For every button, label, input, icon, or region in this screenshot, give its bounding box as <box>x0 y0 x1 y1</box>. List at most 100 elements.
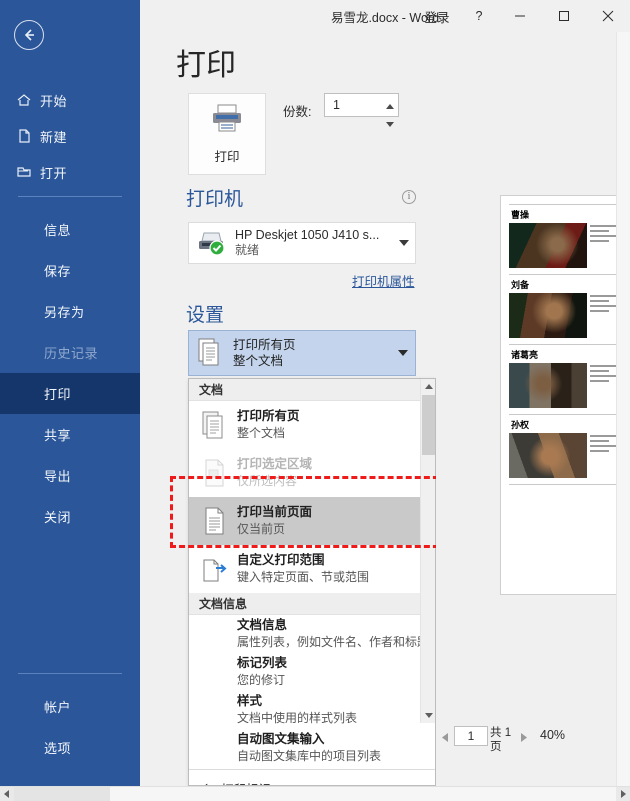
minimize-button[interactable] <box>498 0 542 32</box>
sidebar-item-label: 信息 <box>44 223 72 238</box>
sidebar-item-label: 帐户 <box>44 700 72 715</box>
maximize-button[interactable] <box>542 0 586 32</box>
sidebar-item-options[interactable]: 选项 <box>0 727 140 768</box>
sidebar-item-info[interactable]: 信息 <box>0 209 140 250</box>
copies-increment-icon[interactable] <box>386 96 394 114</box>
dropdown-item-custom-range[interactable]: 自定义打印范围 键入特定页面、节或范围 <box>189 545 435 593</box>
dropdown-item-title: 打印选定区域 <box>237 457 313 472</box>
copies-decrement-icon[interactable] <box>386 114 394 132</box>
preview-vertical-scrollbar[interactable] <box>616 32 630 786</box>
preview-statusbar: 1 共 1 页 40% <box>436 720 630 764</box>
dropdown-item-print-markup[interactable]: ✓ 打印标记 <box>189 772 435 785</box>
preview-section: 孙权 <box>509 414 621 484</box>
dropdown-item-autotext-entries[interactable]: 自动图文集输入 自动图文集库中的项目列表 <box>189 729 435 767</box>
printer-ready-icon <box>189 230 235 256</box>
copies-input[interactable]: 1 <box>325 98 382 112</box>
divider <box>509 204 621 205</box>
dropdown-item-markup-list[interactable]: 标记列表 您的修订 <box>189 653 435 691</box>
sidebar-item-share[interactable]: 共享 <box>0 414 140 455</box>
page-number-input[interactable]: 1 <box>454 726 488 746</box>
sidebar-divider-bottom <box>18 673 122 674</box>
title-bar: 易雪龙.docx - Word 登录 ? <box>140 0 630 32</box>
help-button[interactable]: ? <box>460 0 498 32</box>
sidebar-item-label: 共享 <box>44 428 72 443</box>
sidebar-main-group: 信息 保存 另存为 历史记录 打印 共享 导出 关闭 <box>0 209 140 537</box>
preview-section-title: 孙权 <box>511 420 530 430</box>
previous-page-icon[interactable] <box>436 726 454 748</box>
dropdown-item-subtitle: 仅所选内容 <box>237 474 298 489</box>
dropdown-item-title: 打印所有页 <box>237 409 300 424</box>
scroll-track[interactable] <box>14 786 616 801</box>
dropdown-item-document-info[interactable]: 文档信息 属性列表，例如文件名、作者和标题 <box>189 615 435 653</box>
all-pages-icon <box>189 338 233 368</box>
sidebar-item-label: 导出 <box>44 469 72 484</box>
page-title: 打印 <box>176 49 236 82</box>
dropdown-scrollbar[interactable] <box>420 379 435 723</box>
next-page-icon[interactable] <box>514 726 532 748</box>
scroll-up-icon[interactable] <box>421 379 435 394</box>
sidebar-item-home[interactable]: 开始 <box>0 82 140 118</box>
preview-section-end <box>509 484 621 485</box>
dropdown-item-print-all-pages[interactable]: 打印所有页 整个文档 <box>189 401 435 449</box>
printer-properties-link[interactable]: 打印机属性 <box>352 271 415 290</box>
preview-section-title: 刘备 <box>511 280 530 290</box>
print-button-label: 打印 <box>214 150 240 164</box>
all-pages-icon <box>193 410 237 440</box>
printer-icon <box>210 103 244 138</box>
printer-section-heading: 打印机 <box>186 189 244 210</box>
print-preview-pane: 曹操 刘备 诸葛亮 孙权 <box>436 32 630 786</box>
printer-name: HP Deskjet 1050 J410 s... <box>235 227 380 242</box>
dropdown-item-title: 标记列表 <box>237 656 288 671</box>
dropdown-scroll-thumb[interactable] <box>422 395 435 455</box>
sidebar-item-export[interactable]: 导出 <box>0 455 140 496</box>
scroll-thumb[interactable] <box>14 786 110 801</box>
sidebar-item-label: 另存为 <box>44 305 85 320</box>
print-button[interactable]: 打印 <box>188 93 266 175</box>
sidebar-item-open[interactable]: 打开 <box>0 154 140 190</box>
dropdown-group-header: 文档 <box>189 379 435 401</box>
scroll-right-icon[interactable] <box>616 786 630 801</box>
sidebar-item-print[interactable]: 打印 <box>0 373 140 414</box>
print-range-combobox[interactable]: 打印所有页 整个文档 <box>188 330 416 376</box>
sidebar-item-new[interactable]: 新建 <box>0 118 140 154</box>
window-horizontal-scrollbar[interactable] <box>0 786 630 801</box>
close-button[interactable] <box>586 0 630 32</box>
settings-section-heading: 设置 <box>186 305 225 326</box>
dropdown-item-subtitle: 文档中使用的样式列表 <box>237 711 358 726</box>
dropdown-separator <box>189 769 435 770</box>
dropdown-item-subtitle: 您的修订 <box>237 673 286 688</box>
page-navigation: 1 共 1 页 <box>436 726 532 755</box>
dropdown-item-subtitle: 整个文档 <box>237 426 286 441</box>
dropdown-item-title: 打印当前页面 <box>237 505 313 520</box>
sidebar-item-label: 新建 <box>40 129 68 145</box>
sidebar-bottom-group: 帐户 选项 <box>0 686 140 768</box>
dropdown-item-subtitle: 自动图文集库中的项目列表 <box>237 749 382 764</box>
printer-selector[interactable]: HP Deskjet 1050 J410 s... 就绪 <box>188 222 416 264</box>
sidebar-item-account[interactable]: 帐户 <box>0 686 140 727</box>
preview-page[interactable]: 曹操 刘备 诸葛亮 孙权 <box>500 195 630 595</box>
scroll-down-icon[interactable] <box>421 708 435 723</box>
preview-section: 刘备 <box>509 274 621 344</box>
sign-in-button[interactable]: 登录 <box>414 0 460 32</box>
copies-stepper[interactable]: 1 <box>324 93 399 127</box>
chevron-down-icon[interactable] <box>391 350 415 356</box>
scroll-left-icon[interactable] <box>0 786 14 801</box>
preview-section: 诸葛亮 <box>509 344 621 414</box>
preview-section: 曹操 <box>509 204 621 274</box>
sidebar-item-label: 关闭 <box>44 510 72 525</box>
dropdown-item-styles[interactable]: 样式 文档中使用的样式列表 <box>189 691 435 729</box>
zoom-level-label[interactable]: 40% <box>532 726 565 742</box>
sidebar-item-close[interactable]: 关闭 <box>0 496 140 537</box>
info-icon[interactable]: i <box>402 190 416 204</box>
chevron-down-icon[interactable] <box>393 240 415 246</box>
dropdown-item-subtitle: 键入特定页面、节或范围 <box>237 570 370 585</box>
current-page-icon <box>193 506 237 536</box>
dropdown-item-title: 自定义打印范围 <box>237 553 325 568</box>
back-arrow-icon[interactable] <box>14 20 44 50</box>
dropdown-item-print-current-page[interactable]: 打印当前页面 仅当前页 <box>189 497 435 545</box>
dropdown-group-header: 文档信息 <box>189 593 435 615</box>
sidebar-item-history[interactable]: 历史记录 <box>0 332 140 373</box>
sidebar-item-save[interactable]: 保存 <box>0 250 140 291</box>
sidebar-item-save-as[interactable]: 另存为 <box>0 291 140 332</box>
dropdown-item-print-selection[interactable]: 打印选定区域 仅所选内容 <box>189 449 435 497</box>
